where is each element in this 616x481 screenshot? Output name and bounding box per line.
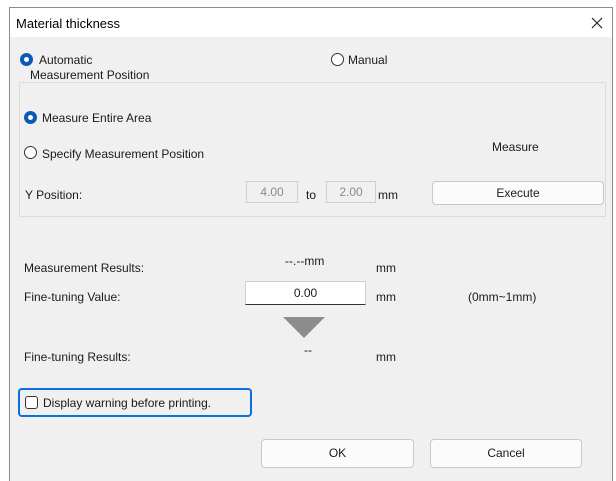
- measurement-position-legend: Measurement Position: [29, 68, 151, 82]
- close-icon: [591, 17, 603, 28]
- fine-tuning-value-input[interactable]: 0.00: [245, 281, 366, 305]
- cancel-button[interactable]: Cancel: [430, 439, 582, 468]
- fine-tuning-range: (0mm~1mm): [468, 290, 537, 304]
- warning-checkbox[interactable]: [25, 396, 38, 409]
- fine-tuning-results-unit: mm: [376, 350, 396, 364]
- down-arrow-icon: [283, 317, 325, 338]
- execute-button[interactable]: Execute: [432, 181, 604, 205]
- y-unit-label: mm: [378, 188, 398, 202]
- ok-button[interactable]: OK: [261, 439, 414, 468]
- specify-position-radio[interactable]: [24, 146, 37, 159]
- title-bar: Material thickness: [10, 8, 612, 37]
- to-label: to: [306, 188, 317, 202]
- specify-position-label[interactable]: Specify Measurement Position: [42, 147, 204, 161]
- automatic-label[interactable]: Automatic: [39, 53, 92, 67]
- measurement-results-unit: mm: [376, 261, 396, 275]
- y-to-input[interactable]: 2.00: [326, 181, 376, 203]
- manual-radio[interactable]: [331, 53, 344, 66]
- y-position-label: Y Position:: [25, 188, 83, 202]
- measurement-results-label: Measurement Results:: [24, 261, 145, 275]
- warning-label[interactable]: Display warning before printing.: [43, 396, 211, 410]
- measure-entire-area-radio[interactable]: [24, 111, 37, 124]
- fine-tuning-results-value: --: [304, 343, 312, 357]
- automatic-radio[interactable]: [20, 53, 33, 66]
- fine-tuning-value-label: Fine-tuning Value:: [24, 290, 121, 304]
- dialog-title: Material thickness: [16, 16, 121, 31]
- close-button[interactable]: [580, 8, 612, 37]
- measure-entire-area-label[interactable]: Measure Entire Area: [42, 111, 151, 125]
- fine-tuning-value-unit: mm: [376, 290, 396, 304]
- measurement-results-value: --.--mm: [285, 254, 325, 268]
- y-from-input[interactable]: 4.00: [246, 181, 298, 203]
- fine-tuning-results-label: Fine-tuning Results:: [24, 350, 131, 364]
- material-thickness-dialog: Material thickness Automatic Manual Meas…: [9, 7, 613, 481]
- manual-label[interactable]: Manual: [348, 53, 387, 67]
- measure-label: Measure: [492, 140, 539, 154]
